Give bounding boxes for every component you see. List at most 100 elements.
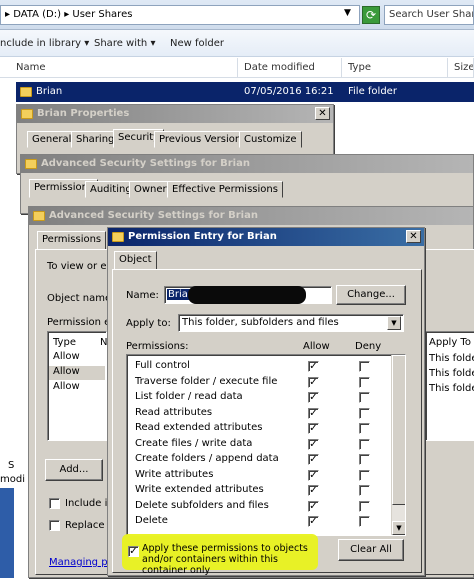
share-with-button[interactable]: Share with ▾ [94,38,155,49]
permission-row: Full control ✓ [127,359,395,375]
column-date-modified[interactable]: Date modified [238,58,342,78]
folder-icon [20,87,32,97]
entry-title: Permission Entry for Brian [128,231,277,242]
allow-checkbox[interactable]: ✓ [308,485,319,496]
allow-checkbox[interactable]: ✓ [308,376,319,388]
list-item[interactable]: Allow [49,381,105,395]
chevron-down-icon[interactable]: ▼ [387,316,401,330]
allow-checkbox[interactable]: ✓ [308,469,319,481]
stub-modi: modi [0,474,25,485]
redaction [188,286,306,304]
column-name[interactable]: Name [10,58,238,78]
folder-icon [21,109,33,119]
tab-object[interactable]: Object [114,251,157,270]
permission-row: Create files / write data ✓ [127,437,395,453]
deny-checkbox[interactable] [359,361,370,372]
tab-owner[interactable]: Owner [129,181,172,198]
column-size[interactable]: Size [448,58,474,78]
new-folder-button[interactable]: New folder [170,38,224,49]
search-input[interactable]: Search User Shares [384,5,474,25]
column-type[interactable]: Type [342,58,448,78]
chevron-down-icon[interactable]: ▼ [392,521,405,535]
refresh-icon[interactable]: ⟳ [362,6,380,24]
allow-checkbox[interactable]: ✓ [308,361,319,372]
permissions-scrollbar[interactable]: ▼ [391,355,405,535]
tab-general[interactable]: General [27,131,77,148]
folder-icon [25,159,37,169]
scrollbar-thumb[interactable] [392,355,405,505]
row-date: 07/05/2016 16:21 [244,86,334,97]
chevron-down-icon[interactable]: ▼ [344,8,351,18]
permission-name: Create folders / append data [135,453,279,464]
deny-checkbox[interactable] [359,423,370,434]
permission-row: Delete ✓ [127,514,395,530]
tab-effective-permissions[interactable]: Effective Permissions [167,181,283,198]
allow-header: Allow [303,341,330,352]
deny-checkbox[interactable] [359,469,370,481]
permission-name: Write extended attributes [135,484,264,495]
deny-checkbox[interactable] [359,407,370,419]
allow-checkbox[interactable]: ✓ [308,500,319,512]
deny-checkbox[interactable] [359,516,370,527]
permission-name: List folder / read data [135,391,243,402]
permission-row: List folder / read data ✓ [127,390,395,406]
adv1-titlebar: Advanced Security Settings for Brian [21,155,473,173]
permission-name: Full control [135,360,190,371]
change-button[interactable]: Change... [336,285,406,305]
add-button[interactable]: Add... [45,459,103,481]
close-icon[interactable]: ✕ [406,230,421,243]
deny-checkbox[interactable] [359,376,370,388]
tab-permissions-2[interactable]: Permissions [37,231,107,250]
allow-checkbox[interactable]: ✓ [308,516,319,527]
allow-checkbox[interactable]: ✓ [308,438,319,450]
permission-row: Write extended attributes ✓ [127,483,395,499]
properties-title: Brian Properties [37,108,130,119]
list-item[interactable]: Allow [49,351,105,365]
deny-checkbox[interactable] [359,500,370,512]
permissions-list[interactable]: Full control ✓ Traverse folder / execute f… [126,354,406,536]
apply-to-select[interactable]: This folder, subfolders and files ▼ [178,314,404,332]
close-icon[interactable]: ✕ [315,107,330,120]
permission-row: Create folders / append data ✓ [127,452,395,468]
apply-within-container-checkbox[interactable]: ✓ [128,546,139,557]
deny-checkbox[interactable] [359,392,370,403]
properties-titlebar: Brian Properties [17,105,333,123]
apply-to-value: This folder_ [429,368,474,379]
deny-header: Deny [355,341,382,352]
tab-previous-versions[interactable]: Previous Versions [154,131,252,148]
deny-checkbox[interactable] [359,438,370,450]
include-inheritable-checkbox[interactable] [49,498,60,509]
permission-name: Traverse folder / execute file [135,375,278,387]
allow-checkbox[interactable]: ✓ [308,454,319,465]
permissions-rows: Full control ✓ Traverse folder / execute f… [127,355,393,535]
deny-checkbox[interactable] [359,454,370,465]
to-view-text: To view or edi [47,261,116,272]
permission-row: Delete subfolders and files ✓ [127,499,395,515]
include-in-library-button[interactable]: nclude in library ▾ [0,38,89,49]
allow-checkbox[interactable]: ✓ [308,392,319,403]
entry-titlebar: Permission Entry for Brian [108,228,424,246]
list-item[interactable]: Allow [49,366,105,380]
permission-name: Write attributes [135,468,214,480]
allow-checkbox[interactable]: ✓ [308,423,319,434]
list-header-type[interactable]: Type [53,337,76,348]
allow-checkbox[interactable]: ✓ [308,407,319,419]
permission-name: Read extended attributes [135,422,263,433]
apply-to-value: This folder_ [429,383,474,394]
deny-checkbox[interactable] [359,485,370,496]
permissions-label: Permissions: [126,341,189,352]
replace-all-checkbox[interactable] [49,520,60,531]
apply-to-header[interactable]: Apply To [429,337,471,348]
permission-row: Write attributes ✓ [127,468,395,484]
apply-to-value: This folder_ [429,353,474,364]
address-text: ▸ DATA (D:) ▸ User Shares [5,9,133,20]
apply-to-label: Apply to: [126,318,171,329]
permission-row: Read attributes ✓ [127,406,395,422]
permission-entry-dialog: Permission Entry for Brian ✕ Object Name… [107,227,425,576]
adv1-title: Advanced Security Settings for Brian [41,158,250,169]
row-name: Brian [36,86,63,97]
clear-all-button[interactable]: Clear All [338,539,404,561]
address-box[interactable]: ▸ DATA (D:) ▸ User Shares ▼ [0,5,360,25]
stub-s: S [8,460,15,471]
tab-customize[interactable]: Customize [239,131,302,148]
